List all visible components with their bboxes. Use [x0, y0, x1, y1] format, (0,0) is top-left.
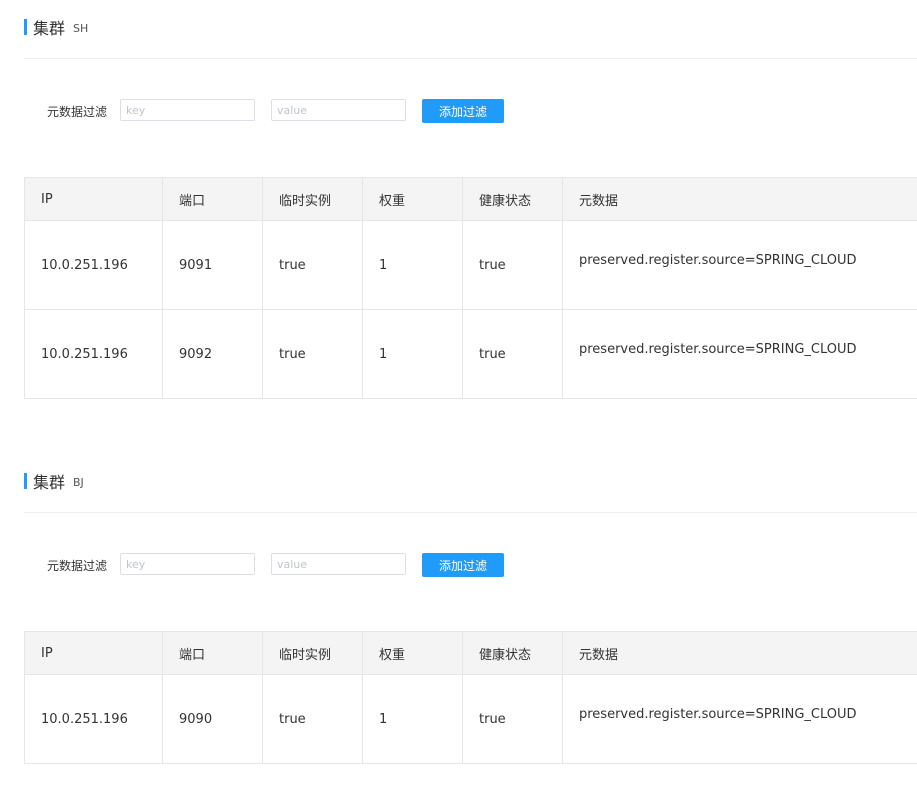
- metadata-text: preserved.register.source=SPRING_CLOUD: [579, 253, 857, 268]
- cell-port: 9090: [162, 674, 263, 764]
- accent-bar: [24, 19, 27, 35]
- instance-table: IP 端口 临时实例 权重 健康状态 元数据 10.0.251.196 9091…: [24, 177, 917, 399]
- metadata-filter: 元数据过滤 添加过滤: [24, 99, 917, 123]
- cluster-title: 集群: [33, 473, 66, 492]
- column-header-ephemeral: 临时实例: [262, 631, 363, 675]
- filter-value-input[interactable]: [271, 99, 406, 121]
- cell-weight: 1: [362, 220, 463, 310]
- cluster-name: BJ: [73, 475, 84, 489]
- cell-ip: 10.0.251.196: [24, 309, 163, 399]
- cluster-title: 集群: [33, 19, 66, 38]
- column-header-health: 健康状态: [462, 177, 563, 221]
- column-header-ip: IP: [24, 631, 163, 675]
- column-header-weight: 权重: [362, 631, 463, 675]
- cell-health: true: [462, 309, 563, 399]
- metadata-text: preserved.register.source=SPRING_CLOUD: [579, 342, 857, 357]
- cell-metadata: preserved.register.source=SPRING_CLOUD: [562, 309, 917, 399]
- add-filter-button[interactable]: 添加过滤: [422, 553, 504, 577]
- cell-health: true: [462, 674, 563, 764]
- cell-weight: 1: [362, 309, 463, 399]
- filter-key-input[interactable]: [120, 553, 255, 575]
- filter-key-input[interactable]: [120, 99, 255, 121]
- cluster-header: 集群 SH: [24, 17, 89, 38]
- instance-table: IP 端口 临时实例 权重 健康状态 元数据 10.0.251.196 9090…: [24, 631, 917, 764]
- cell-port: 9091: [162, 220, 263, 310]
- column-header-ip: IP: [24, 177, 163, 221]
- column-header-port: 端口: [162, 177, 263, 221]
- cell-ephemeral: true: [262, 220, 363, 310]
- metadata-text: preserved.register.source=SPRING_CLOUD: [579, 707, 857, 722]
- column-header-ephemeral: 临时实例: [262, 177, 363, 221]
- add-filter-button[interactable]: 添加过滤: [422, 99, 504, 123]
- cell-port: 9092: [162, 309, 263, 399]
- column-header-metadata: 元数据: [562, 631, 917, 675]
- column-header-weight: 权重: [362, 177, 463, 221]
- cell-ephemeral: true: [262, 309, 363, 399]
- column-header-metadata: 元数据: [562, 177, 917, 221]
- cell-metadata: preserved.register.source=SPRING_CLOUD: [562, 220, 917, 310]
- filter-value-input[interactable]: [271, 553, 406, 575]
- cell-ip: 10.0.251.196: [24, 220, 163, 310]
- table-header-row: IP 端口 临时实例 权重 健康状态 元数据: [24, 177, 917, 221]
- metadata-filter: 元数据过滤 添加过滤: [24, 553, 917, 577]
- table-row: 10.0.251.196 9092 true 1 true preserved.…: [24, 309, 917, 399]
- divider: [24, 58, 917, 59]
- table-header-row: IP 端口 临时实例 权重 健康状态 元数据: [24, 631, 917, 675]
- divider: [24, 512, 917, 513]
- accent-bar: [24, 473, 27, 489]
- cell-ip: 10.0.251.196: [24, 674, 163, 764]
- cluster-name: SH: [73, 21, 89, 35]
- filter-label: 元数据过滤: [47, 105, 108, 119]
- cell-ephemeral: true: [262, 674, 363, 764]
- column-header-health: 健康状态: [462, 631, 563, 675]
- column-header-port: 端口: [162, 631, 263, 675]
- cell-metadata: preserved.register.source=SPRING_CLOUD: [562, 674, 917, 764]
- cell-health: true: [462, 220, 563, 310]
- cell-weight: 1: [362, 674, 463, 764]
- table-row: 10.0.251.196 9090 true 1 true preserved.…: [24, 674, 917, 764]
- table-row: 10.0.251.196 9091 true 1 true preserved.…: [24, 220, 917, 310]
- cluster-header: 集群 BJ: [24, 471, 84, 492]
- filter-label: 元数据过滤: [47, 559, 108, 573]
